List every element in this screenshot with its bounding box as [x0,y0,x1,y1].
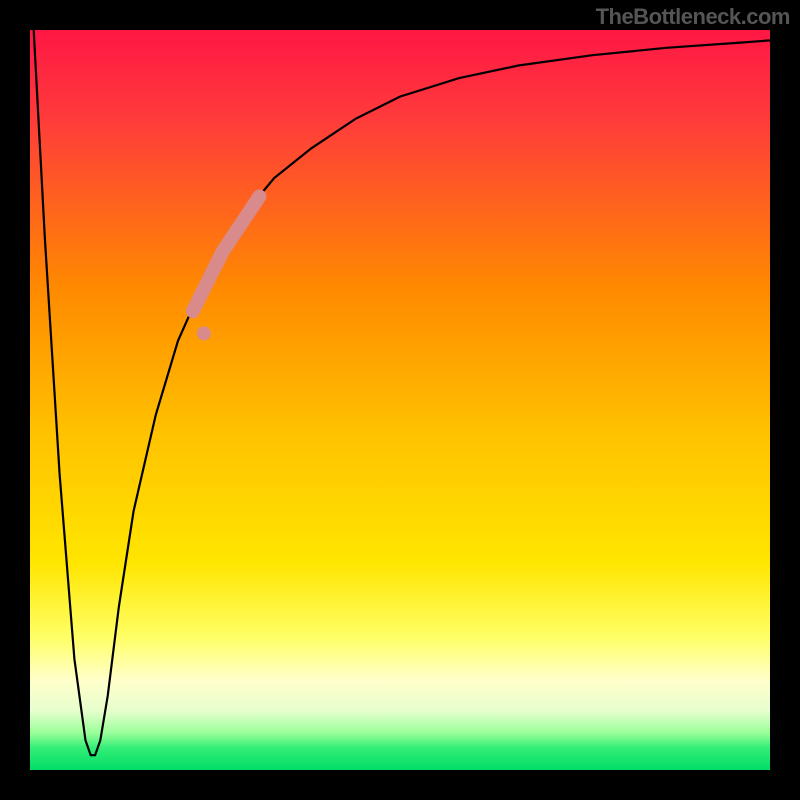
bottleneck-chart [0,0,800,800]
chart-container: TheBottleneck.com [0,0,800,800]
highlight-dot [197,326,211,340]
plot-background [30,30,770,770]
watermark-text: TheBottleneck.com [596,4,790,30]
